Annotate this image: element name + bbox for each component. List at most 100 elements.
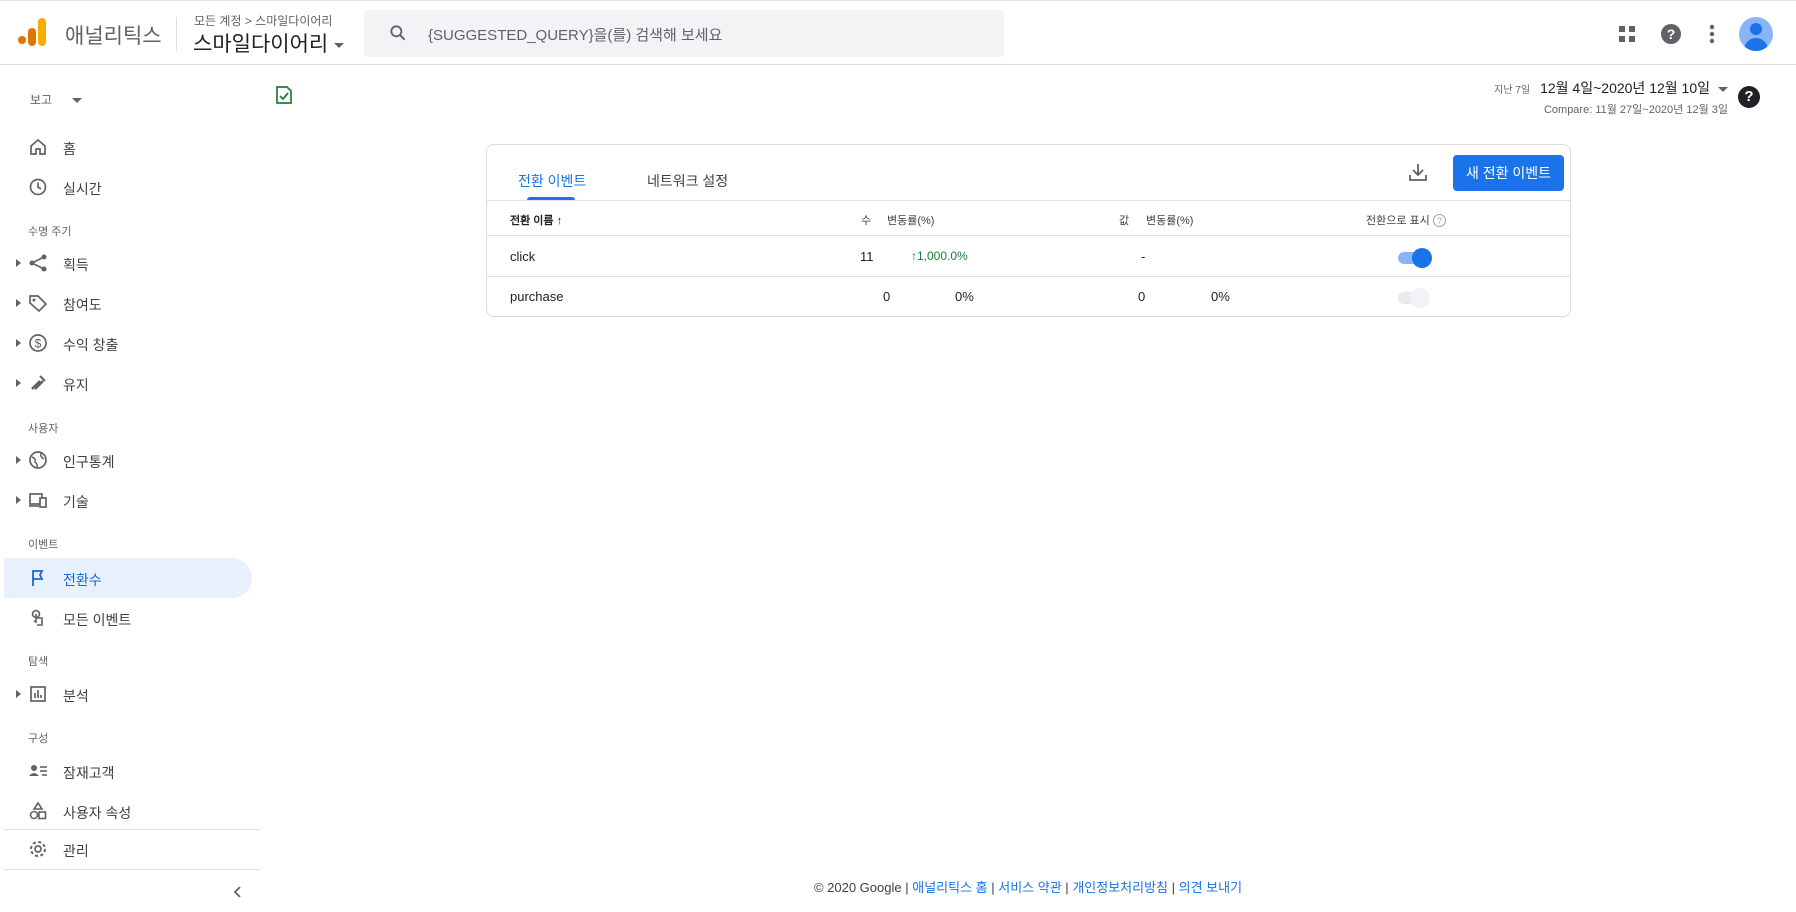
expand-arrow-icon[interactable] — [16, 379, 21, 387]
date-range-label: 지난 7일 — [1494, 85, 1531, 96]
tab-conversion-events[interactable]: 전환 이벤트 — [518, 171, 586, 191]
chevron-down-icon — [1718, 86, 1728, 92]
sidebar-item-label: 분석 — [63, 688, 89, 704]
conversion-value: - — [1141, 249, 1146, 264]
sidebar-item-demographics[interactable]: 인구통계 — [4, 440, 252, 480]
header-divider — [176, 17, 177, 51]
sidebar-item-engagement[interactable]: 참여도 — [4, 283, 252, 323]
conversion-name: click — [510, 249, 536, 264]
report-selector-label: 보고 — [30, 93, 53, 107]
expand-arrow-icon[interactable] — [16, 299, 21, 307]
sidebar-item-all-events[interactable]: 모든 이벤트 — [4, 598, 252, 638]
section-label-configure: 구성 — [28, 733, 49, 745]
sidebar-item-acquisition[interactable]: 획득 — [4, 243, 252, 283]
sidebar-item-tech[interactable]: 기술 — [4, 480, 252, 520]
copyright: © 2020 Google — [813, 880, 902, 895]
magnet-icon — [31, 375, 46, 390]
expand-arrow-icon[interactable] — [16, 496, 21, 504]
help-icon[interactable]: ? — [1738, 86, 1760, 108]
table-header: 전환 이름 ↑ 수 변동률(%) 값 변동률(%) 전환으로 표시 ? — [487, 201, 1570, 236]
shapes-icon — [29, 801, 47, 820]
globe-icon — [29, 451, 47, 469]
clock-icon — [29, 178, 47, 196]
sidebar-item-conversions[interactable]: 전환수 — [4, 558, 252, 598]
change-text: 1,000.0% — [917, 249, 968, 263]
table-row: purchase 0 0% 0 0% — [487, 277, 1570, 317]
flag-icon — [32, 570, 44, 586]
footer: © 2020 Google | 애널리틱스 홈 | 서비스 약관 | 개인정보처… — [0, 877, 1796, 896]
sidebar-item-admin[interactable]: 관리 — [4, 829, 252, 869]
sidebar-item-home[interactable]: 홈 — [4, 127, 252, 167]
sidebar: 보고 홈 실시간 수명 주기 획득 참여도 $ 수익 창출 유지 사용자 인구통… — [4, 65, 260, 912]
check-document-icon[interactable] — [274, 85, 294, 105]
mark-as-conversion-toggle[interactable] — [1396, 288, 1432, 308]
home-icon — [30, 138, 46, 155]
sidebar-item-label: 홈 — [63, 141, 76, 157]
column-header-value[interactable]: 값 — [1119, 212, 1129, 228]
link-terms[interactable]: 서비스 약관 — [998, 880, 1061, 895]
sidebar-item-label: 잠재고객 — [63, 765, 115, 781]
help-icon[interactable]: ? — [1658, 21, 1684, 47]
column-header-value-change[interactable]: 변동률(%) — [1146, 212, 1193, 228]
conversion-count: 11 — [860, 249, 874, 264]
devices-icon — [29, 493, 47, 508]
mark-as-conversion-toggle[interactable] — [1396, 248, 1432, 268]
search-icon — [390, 25, 406, 41]
link-privacy[interactable]: 개인정보처리방침 — [1072, 880, 1168, 895]
expand-arrow-icon[interactable] — [16, 339, 21, 347]
chevron-down-icon — [334, 42, 345, 48]
section-label-explore: 탐색 — [28, 656, 49, 668]
help-icon[interactable]: ? — [1432, 214, 1446, 227]
conversion-value: 0 — [1138, 289, 1146, 304]
section-label-events: 이벤트 — [28, 539, 59, 551]
date-range: 12월 4일~2020년 12월 10일 — [1540, 80, 1710, 96]
touch-icon — [31, 609, 43, 626]
footer-separator: | — [1065, 880, 1069, 895]
arrow-up-icon: ↑ — [556, 215, 563, 227]
property-selector[interactable]: 스마일다이어리 — [193, 28, 345, 58]
svg-text:$: $ — [35, 337, 42, 351]
sidebar-item-realtime[interactable]: 실시간 — [4, 167, 252, 207]
link-feedback[interactable]: 의견 보내기 — [1179, 880, 1242, 895]
column-header-count[interactable]: 수 — [861, 212, 871, 228]
top-bar: 애널리틱스 모든 계정 > 스마일다이어리 스마일다이어리 {SUGGESTED… — [0, 0, 1796, 65]
conversions-card: 전환 이벤트 네트워크 설정 새 전환 이벤트 전환 이름 ↑ 수 변동률(%)… — [486, 144, 1571, 317]
change-value: ↑1,000.0% — [911, 249, 968, 263]
column-header-change[interactable]: 변동률(%) — [887, 212, 934, 228]
new-conversion-event-button[interactable]: 새 전환 이벤트 — [1453, 155, 1564, 191]
sidebar-item-audiences[interactable]: 잠재고객 — [4, 751, 252, 791]
avatar[interactable] — [1739, 17, 1773, 51]
sidebar-item-retention[interactable]: 유지 — [4, 363, 252, 403]
sidebar-item-monetization[interactable]: $ 수익 창출 — [4, 323, 252, 363]
expand-arrow-icon[interactable] — [16, 456, 21, 464]
footer-separator: | — [1171, 880, 1176, 895]
footer-separator: | — [991, 880, 995, 895]
footer-separator: | — [905, 880, 909, 895]
conversion-name: purchase — [510, 289, 564, 304]
tag-icon — [29, 295, 48, 313]
audience-icon — [29, 765, 47, 776]
dollar-circle-icon: $ — [29, 334, 47, 352]
date-range-picker[interactable]: 지난 7일 12월 4일~2020년 12월 10일 Compare: 11월 2… — [1494, 78, 1728, 117]
breadcrumb[interactable]: 모든 계정 > 스마일다이어리 — [194, 12, 332, 29]
column-header-name[interactable]: 전환 이름 ↑ — [510, 212, 562, 228]
sidebar-item-label: 관리 — [63, 843, 89, 859]
section-label-user: 사용자 — [28, 423, 59, 435]
change-value: 0% — [955, 289, 974, 304]
expand-arrow-icon[interactable] — [16, 690, 21, 698]
sidebar-item-label: 실시간 — [63, 181, 102, 197]
apps-grid-icon[interactable] — [1614, 21, 1640, 47]
sidebar-item-label: 참여도 — [63, 297, 102, 313]
sidebar-item-label: 사용자 속성 — [63, 805, 132, 821]
tab-network-settings[interactable]: 네트워크 설정 — [647, 171, 728, 191]
download-icon[interactable] — [1407, 161, 1429, 183]
sidebar-item-user-properties[interactable]: 사용자 속성 — [4, 791, 252, 831]
report-selector[interactable]: 보고 — [30, 91, 83, 108]
link-analytics-home[interactable]: 애널리틱스 홈 — [912, 880, 987, 895]
search-bar[interactable]: {SUGGESTED_QUERY}을(를) 검색해 보세요 — [364, 10, 1004, 57]
expand-arrow-icon[interactable] — [16, 259, 21, 267]
more-vert-icon[interactable] — [1699, 21, 1725, 47]
conversion-count: 0 — [883, 289, 891, 304]
sidebar-item-analysis[interactable]: 분석 — [4, 674, 252, 714]
analytics-logo-icon[interactable] — [18, 18, 46, 48]
